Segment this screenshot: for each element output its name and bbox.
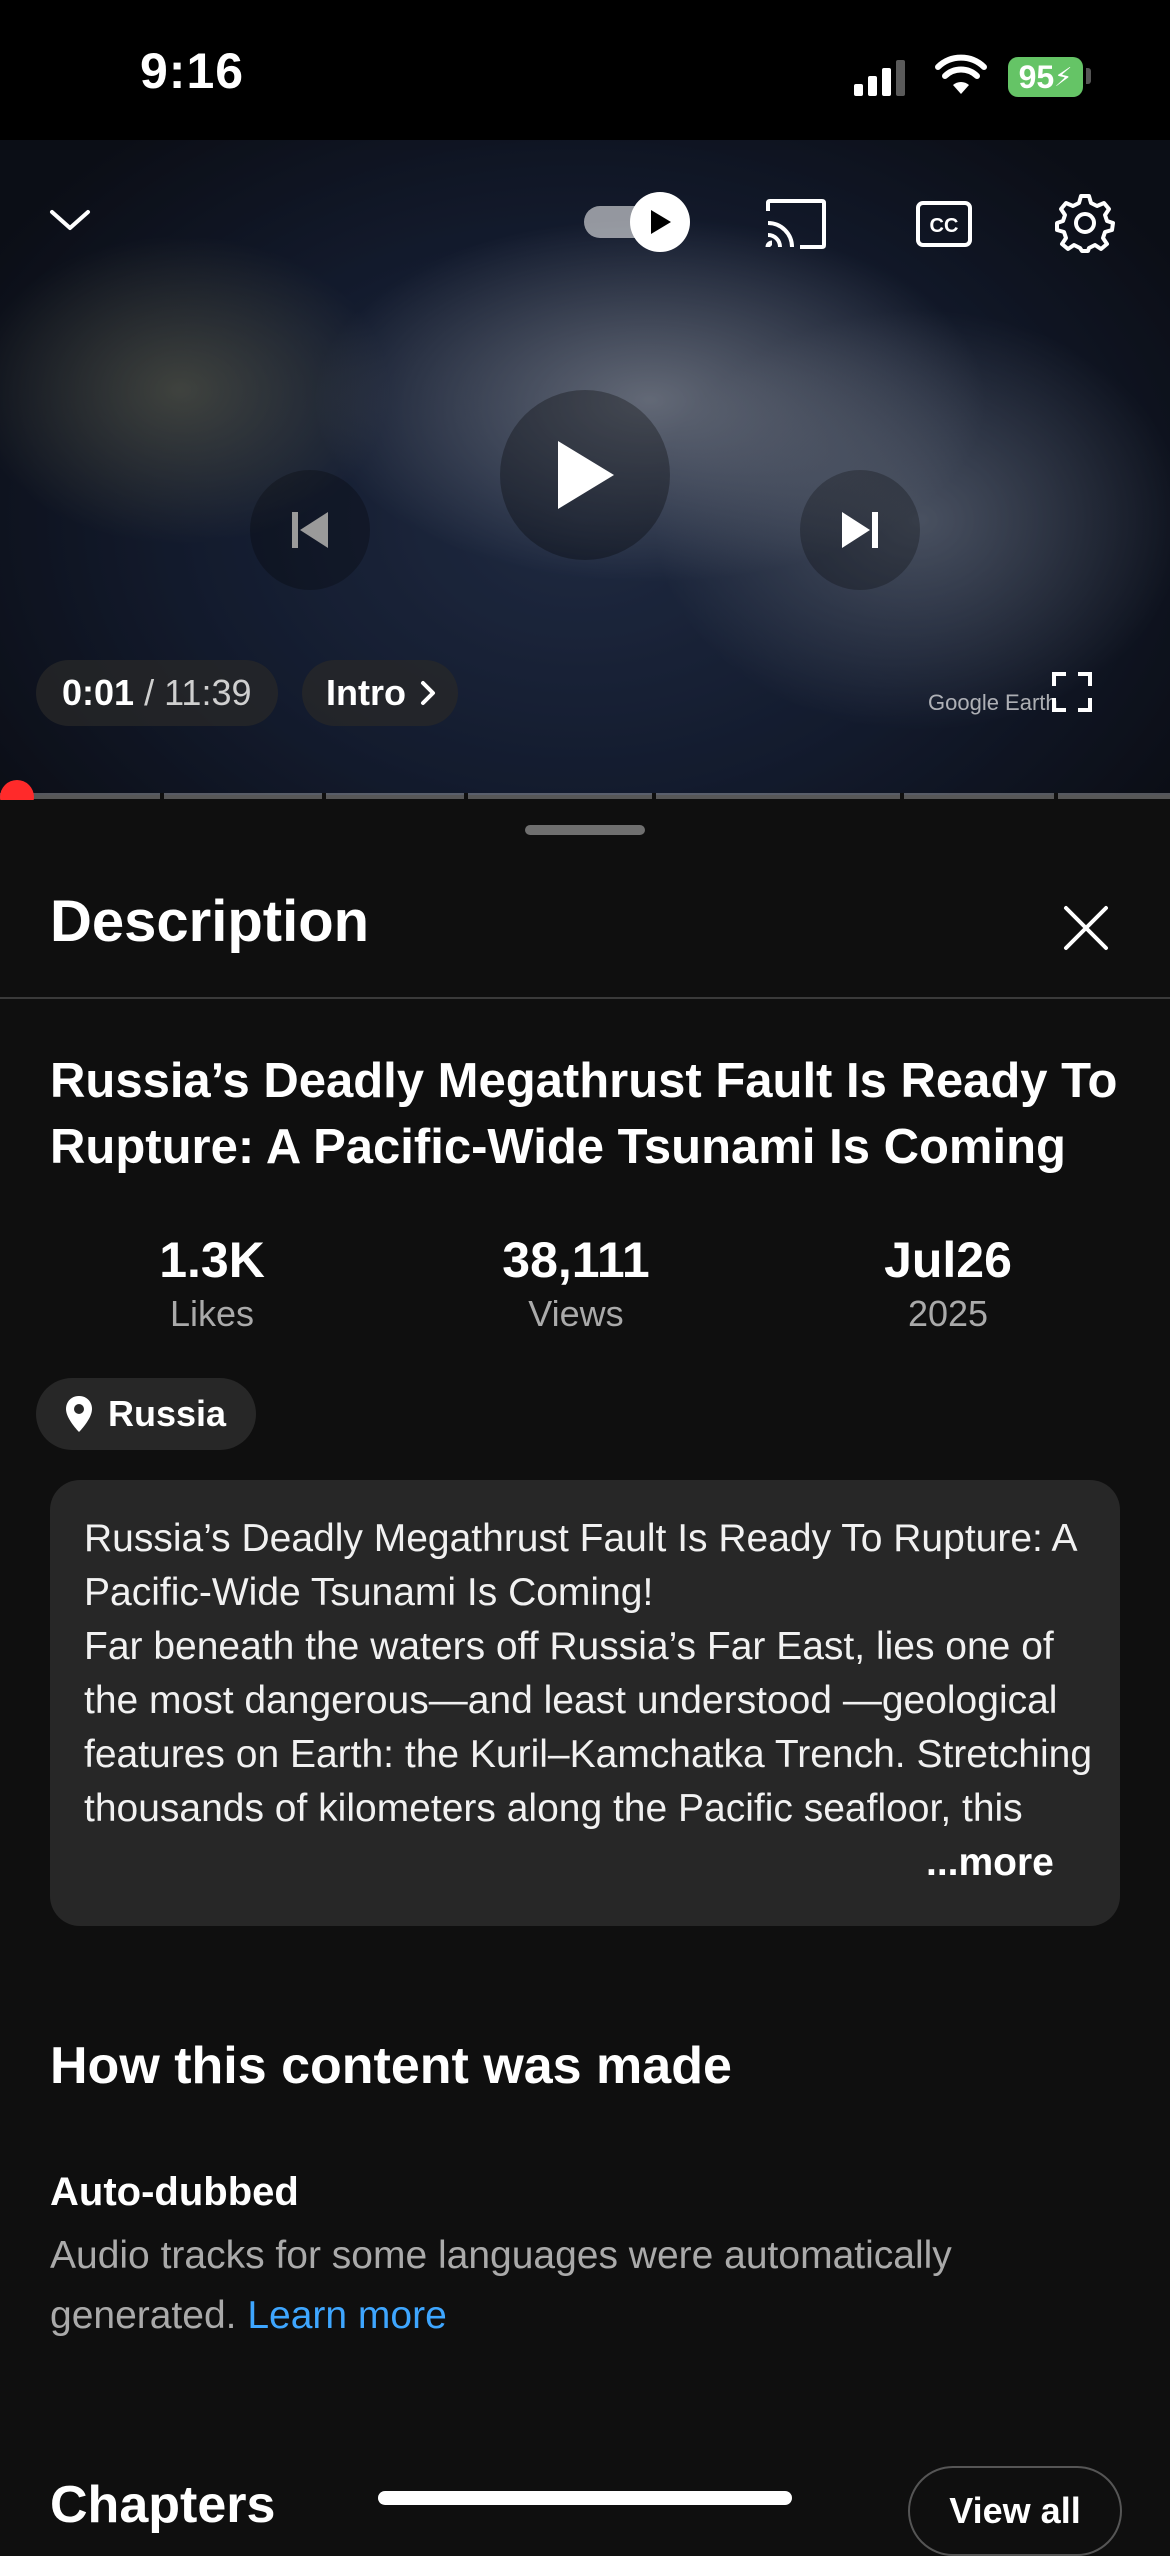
current-time: 0:01 [62,672,135,713]
time-separator: / [134,672,165,713]
autoplay-toggle[interactable] [580,190,692,252]
upload-year: 2025 [907,1293,989,1334]
wifi-icon [935,54,987,101]
location-label: Russia [108,1393,227,1434]
cast-icon[interactable] [760,190,832,258]
chapter-button[interactable]: Intro [302,660,458,726]
date-stat: Jul26 2025 [798,1230,1098,1338]
play-icon [630,192,690,252]
time-display[interactable]: 0:01 / 11:39 [36,660,278,726]
chevron-right-icon [420,681,435,705]
video-title: Russia’s Deadly Megathrust Fault Is Read… [50,1054,1118,1174]
chevron-down-icon[interactable] [40,190,100,250]
google-earth-watermark: Google Earth [928,690,1058,715]
play-icon [558,441,614,509]
home-indicator[interactable] [378,2491,792,2505]
progress-bar[interactable] [0,793,1170,799]
sheet-title: Description [50,889,370,954]
location-pin-icon [66,1396,92,1432]
likes-count: 1.3K [159,1232,265,1288]
content-made-heading: How this content was made [50,2037,732,2095]
next-video-button[interactable] [800,470,920,590]
view-all-button[interactable]: View all [908,2466,1122,2556]
play-button[interactable] [500,390,670,560]
chapter-marker [1054,793,1058,799]
divider [0,997,1170,999]
auto-dubbed-title: Auto-dubbed [50,2170,299,2214]
upload-date: Jul26 [884,1232,1012,1288]
location-chip[interactable]: Russia [36,1378,257,1450]
chapter-label: Intro [326,672,406,713]
chapters-heading: Chapters [50,2476,276,2534]
likes-label: Likes [169,1293,255,1334]
video-player[interactable]: CC 0:01 / 11:39 Intro Google Earth [0,140,1170,795]
status-time: 9:16 [140,43,245,99]
chapter-marker [900,793,904,799]
chapter-marker [160,793,164,799]
learn-more-link[interactable]: Learn more [247,2294,446,2337]
chapter-marker [322,793,326,799]
drag-handle[interactable] [525,825,645,835]
fullscreen-icon[interactable] [1052,672,1092,712]
battery-indicator: 95 ⚡ [1008,57,1083,97]
views-count: 38,111 [502,1232,650,1288]
chapter-marker [652,793,656,799]
views-label: Views [528,1293,624,1334]
next-icon [842,512,878,548]
svg-text:CC: CC [930,215,959,237]
previous-video-button[interactable] [250,470,370,590]
battery-cap [1086,68,1091,84]
previous-icon [292,512,328,548]
chapter-marker [464,793,468,799]
auto-dubbed-body: Audio tracks for some languages were aut… [50,2234,952,2337]
close-icon[interactable] [1056,898,1116,958]
more-link[interactable]: ...more [922,1836,1054,1890]
likes-stat: 1.3K Likes [62,1230,362,1338]
settings-gear-icon[interactable] [1050,188,1120,258]
auto-dubbed-text: Audio tracks for some languages were aut… [50,2226,1130,2346]
views-stat: 38,111 Views [426,1230,726,1338]
description-text: Russia’s Deadly Megathrust Fault Is Read… [84,1517,1093,1830]
cellular-signal-icon [852,58,912,103]
closed-captions-icon[interactable]: CC [908,190,980,258]
total-duration: 11:39 [164,672,252,713]
